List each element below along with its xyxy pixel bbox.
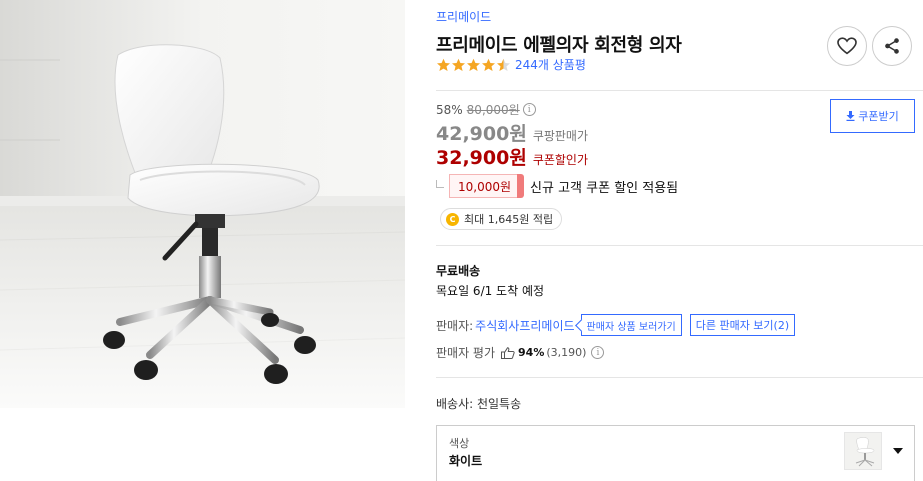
- reward-badge: C 최대 1,645원 적립: [440, 208, 563, 230]
- star-icon: [437, 58, 450, 71]
- like-button[interactable]: [827, 26, 867, 66]
- coupon-price-row: 32,900원 쿠폰할인가: [436, 143, 588, 170]
- info-icon[interactable]: i: [591, 346, 605, 359]
- coin-icon: C: [446, 212, 459, 226]
- seller-label: 판매자:: [436, 318, 474, 333]
- seller-eval-row: 판매자 평가 94% (3,190) i: [436, 344, 605, 361]
- sale-price-label: 쿠팡판매가: [532, 129, 589, 143]
- divider: [436, 377, 923, 378]
- original-price: 80,000원: [466, 103, 520, 117]
- discount-row: 58% 80,000원 i: [436, 101, 536, 118]
- divider: [436, 90, 923, 91]
- download-icon: [846, 111, 855, 121]
- seller-eval-percent: 94%: [518, 346, 545, 359]
- option-thumbnail: [844, 432, 882, 470]
- coupon-download-button[interactable]: 쿠폰받기: [830, 99, 915, 133]
- coupon-download-label: 쿠폰받기: [858, 110, 899, 123]
- seller-name-link[interactable]: 주식회사프리메이드: [475, 317, 574, 334]
- seller-eval-count: (3,190): [546, 346, 587, 359]
- coupon-amount-tag: 10,000원: [449, 174, 525, 198]
- sale-price-row: 42,900원 쿠팡판매가: [436, 119, 588, 146]
- carrier-info: 배송사: 천일특송: [436, 397, 522, 411]
- product-info-panel: 프리메이드 프리메이드 에펠의자 회전형 의자 244개 상품평 58% 80,…: [436, 0, 923, 481]
- star-icon: [467, 58, 480, 71]
- seller-row: 판매자: 주식회사프리메이드 판매자 상품 보러가기 다른 판매자 보기(2): [436, 314, 796, 336]
- star-icon: [452, 58, 465, 71]
- option-value: 화이트: [449, 454, 483, 468]
- other-sellers-button[interactable]: 다른 판매자 보기(2): [689, 314, 796, 336]
- product-title: 프리메이드 에펠의자 회전형 의자: [436, 35, 682, 56]
- share-icon: [885, 38, 899, 54]
- color-option-select[interactable]: 색상 화이트: [436, 425, 915, 481]
- share-button[interactable]: [872, 26, 912, 66]
- divider: [436, 245, 923, 246]
- rating-stars: [436, 58, 511, 72]
- brand-link[interactable]: 프리메이드: [436, 8, 491, 25]
- chevron-down-icon: [893, 448, 903, 454]
- review-count-link[interactable]: 244개 상품평: [515, 56, 586, 73]
- new-coupon-text: 신규 고객 쿠폰 할인 적용됨: [530, 180, 679, 196]
- heart-icon: [837, 37, 857, 55]
- product-image[interactable]: [0, 0, 405, 408]
- discount-rate: 58%: [436, 102, 463, 117]
- view-seller-products-button[interactable]: 판매자 상품 보러가기: [580, 314, 682, 336]
- thumbs-up-icon: [501, 346, 515, 359]
- star-icon: [482, 58, 495, 71]
- sale-price: 42,900원: [436, 123, 527, 145]
- rating-row: 244개 상품평: [436, 56, 586, 73]
- option-label: 색상: [449, 437, 470, 450]
- coupon-price: 32,900원: [436, 147, 527, 169]
- shipping-date: 목요일 6/1 도착 예정: [436, 284, 545, 298]
- coupon-price-label: 쿠폰할인가: [532, 153, 589, 167]
- reward-text: 최대 1,645원 적립: [464, 213, 554, 226]
- info-icon[interactable]: i: [522, 103, 536, 116]
- corner-mark: [436, 180, 444, 188]
- shipping-title: 무료배송: [436, 264, 481, 278]
- star-icon: [497, 58, 510, 71]
- seller-eval-label: 판매자 평가: [436, 346, 496, 360]
- new-customer-coupon: 10,000원 신규 고객 쿠폰 할인 적용됨: [436, 174, 678, 198]
